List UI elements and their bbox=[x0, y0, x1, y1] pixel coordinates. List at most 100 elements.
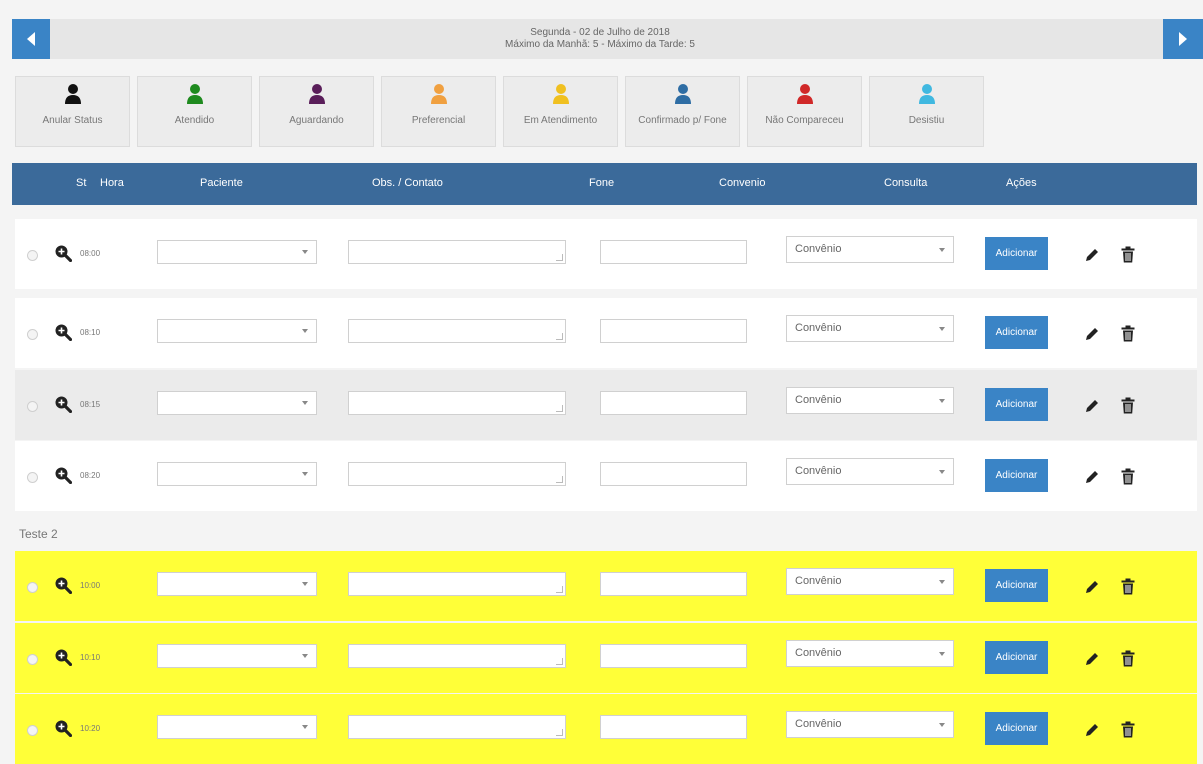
phone-field[interactable] bbox=[600, 240, 747, 264]
trash-icon[interactable] bbox=[1121, 721, 1135, 738]
search-plus-icon[interactable] bbox=[54, 576, 72, 594]
status-button-label: Não Compareceu bbox=[765, 115, 844, 126]
person-icon bbox=[308, 84, 325, 104]
trash-icon[interactable] bbox=[1121, 468, 1135, 485]
row-select-radio[interactable] bbox=[27, 329, 38, 340]
row-select-radio[interactable] bbox=[27, 725, 38, 736]
search-plus-icon[interactable] bbox=[54, 323, 72, 341]
pencil-icon[interactable] bbox=[1084, 651, 1100, 667]
status-button-label: Confirmado p/ Fone bbox=[638, 115, 727, 126]
convenio-select[interactable]: Convênio bbox=[786, 387, 954, 414]
status-button-6[interactable]: Confirmado p/ Fone bbox=[625, 76, 740, 147]
row-select-radio[interactable] bbox=[27, 472, 38, 483]
section-label: Teste 2 bbox=[19, 527, 58, 541]
obs-contact-field[interactable] bbox=[348, 644, 566, 668]
convenio-select[interactable]: Convênio bbox=[786, 711, 954, 738]
phone-field[interactable] bbox=[600, 462, 747, 486]
row-time: 08:10 bbox=[80, 328, 101, 337]
row-select-radio[interactable] bbox=[27, 654, 38, 665]
patient-select[interactable] bbox=[157, 319, 317, 343]
phone-field[interactable] bbox=[600, 715, 747, 739]
obs-contact-field[interactable] bbox=[348, 240, 566, 264]
status-button-label: Aguardando bbox=[289, 115, 344, 126]
obs-contact-field[interactable] bbox=[348, 462, 566, 486]
search-plus-icon[interactable] bbox=[54, 395, 72, 413]
convenio-select[interactable]: Convênio bbox=[786, 568, 954, 595]
resize-grip-icon[interactable] bbox=[556, 476, 563, 483]
convenio-select[interactable]: Convênio bbox=[786, 458, 954, 485]
patient-select[interactable] bbox=[157, 572, 317, 596]
add-button[interactable]: Adicionar bbox=[985, 237, 1048, 270]
row-select-radio[interactable] bbox=[27, 401, 38, 412]
phone-field[interactable] bbox=[600, 644, 747, 668]
add-button[interactable]: Adicionar bbox=[985, 712, 1048, 745]
col-obs-contato: Obs. / Contato bbox=[372, 177, 443, 189]
trash-icon[interactable] bbox=[1121, 578, 1135, 595]
status-button-8[interactable]: Desistiu bbox=[869, 76, 984, 147]
patient-select[interactable] bbox=[157, 715, 317, 739]
pencil-icon[interactable] bbox=[1084, 722, 1100, 738]
convenio-select-value: Convênio bbox=[795, 647, 842, 659]
obs-contact-field[interactable] bbox=[348, 572, 566, 596]
phone-field[interactable] bbox=[600, 391, 747, 415]
trash-icon[interactable] bbox=[1121, 325, 1135, 342]
row-select-radio[interactable] bbox=[27, 250, 38, 261]
patient-select[interactable] bbox=[157, 240, 317, 264]
status-legend: Anular Status Atendido Aguardando Preferenc… bbox=[15, 76, 985, 149]
convenio-select[interactable]: Convênio bbox=[786, 236, 954, 263]
pencil-icon[interactable] bbox=[1084, 398, 1100, 414]
resize-grip-icon[interactable] bbox=[556, 405, 563, 412]
row-time: 10:00 bbox=[80, 581, 101, 590]
search-plus-icon[interactable] bbox=[54, 466, 72, 484]
table-row: 10:20 Convênio Adicionar bbox=[15, 694, 1197, 764]
row-time: 08:00 bbox=[80, 249, 101, 258]
resize-grip-icon[interactable] bbox=[556, 586, 563, 593]
status-button-1[interactable]: Anular Status bbox=[15, 76, 130, 147]
person-icon bbox=[186, 84, 203, 104]
obs-contact-field[interactable] bbox=[348, 319, 566, 343]
search-plus-icon[interactable] bbox=[54, 719, 72, 737]
patient-select[interactable] bbox=[157, 644, 317, 668]
resize-grip-icon[interactable] bbox=[556, 254, 563, 261]
convenio-select-value: Convênio bbox=[795, 575, 842, 587]
resize-grip-icon[interactable] bbox=[556, 729, 563, 736]
pencil-icon[interactable] bbox=[1084, 247, 1100, 263]
trash-icon[interactable] bbox=[1121, 650, 1135, 667]
convenio-select[interactable]: Convênio bbox=[786, 640, 954, 667]
phone-field[interactable] bbox=[600, 572, 747, 596]
chevron-down-icon bbox=[939, 399, 945, 403]
status-button-4[interactable]: Preferencial bbox=[381, 76, 496, 147]
search-plus-icon[interactable] bbox=[54, 244, 72, 262]
status-button-2[interactable]: Atendido bbox=[137, 76, 252, 147]
convenio-select-value: Convênio bbox=[795, 243, 842, 255]
previous-day-button[interactable] bbox=[12, 19, 50, 59]
row-time: 10:20 bbox=[80, 724, 101, 733]
patient-select[interactable] bbox=[157, 462, 317, 486]
status-button-5[interactable]: Em Atendimento bbox=[503, 76, 618, 147]
obs-contact-field[interactable] bbox=[348, 715, 566, 739]
person-icon bbox=[918, 84, 935, 104]
convenio-select[interactable]: Convênio bbox=[786, 315, 954, 342]
search-plus-icon[interactable] bbox=[54, 648, 72, 666]
chevron-down-icon bbox=[939, 723, 945, 727]
status-button-7[interactable]: Não Compareceu bbox=[747, 76, 862, 147]
add-button[interactable]: Adicionar bbox=[985, 388, 1048, 421]
add-button[interactable]: Adicionar bbox=[985, 316, 1048, 349]
resize-grip-icon[interactable] bbox=[556, 658, 563, 665]
pencil-icon[interactable] bbox=[1084, 326, 1100, 342]
row-select-radio[interactable] bbox=[27, 582, 38, 593]
pencil-icon[interactable] bbox=[1084, 469, 1100, 485]
add-button[interactable]: Adicionar bbox=[985, 641, 1048, 674]
trash-icon[interactable] bbox=[1121, 397, 1135, 414]
patient-select[interactable] bbox=[157, 391, 317, 415]
add-button[interactable]: Adicionar bbox=[985, 459, 1048, 492]
phone-field[interactable] bbox=[600, 319, 747, 343]
trash-icon[interactable] bbox=[1121, 246, 1135, 263]
status-button-3[interactable]: Aguardando bbox=[259, 76, 374, 147]
add-button[interactable]: Adicionar bbox=[985, 569, 1048, 602]
chevron-down-icon bbox=[302, 725, 308, 729]
obs-contact-field[interactable] bbox=[348, 391, 566, 415]
resize-grip-icon[interactable] bbox=[556, 333, 563, 340]
pencil-icon[interactable] bbox=[1084, 579, 1100, 595]
next-day-button[interactable] bbox=[1163, 19, 1203, 59]
